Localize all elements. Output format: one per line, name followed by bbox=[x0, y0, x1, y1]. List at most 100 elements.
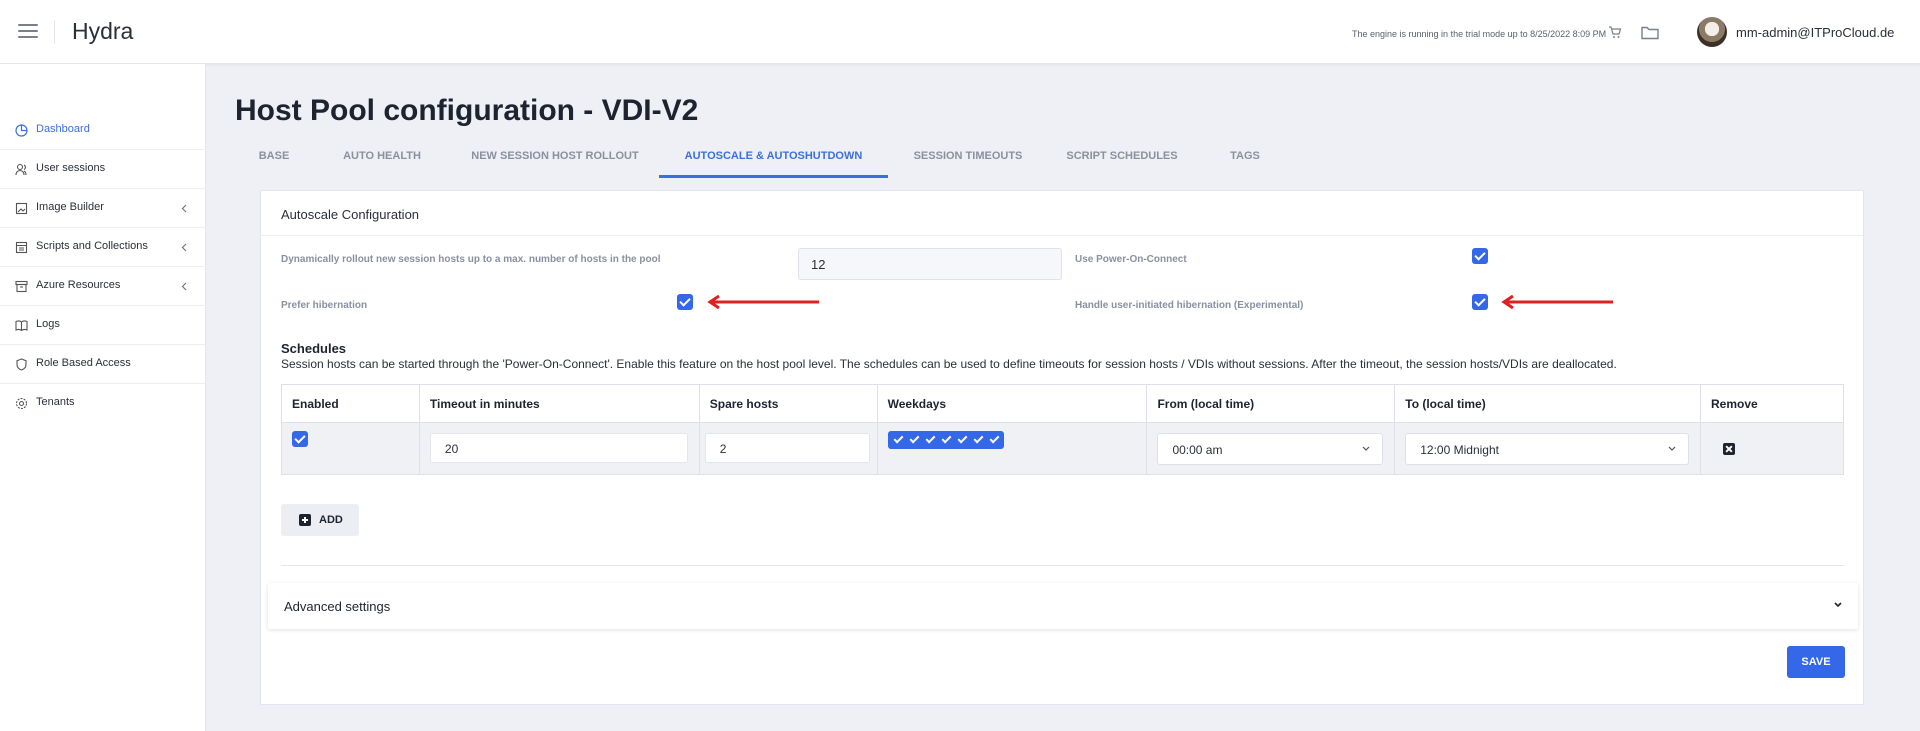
weekday-checkbox[interactable] bbox=[939, 433, 953, 447]
chevron-down-icon bbox=[1834, 602, 1842, 608]
select-value: 12:00 Midnight bbox=[1420, 443, 1499, 457]
weekday-checkbox[interactable] bbox=[971, 433, 985, 447]
page-title: Host Pool configuration - VDI-V2 bbox=[235, 94, 699, 127]
table-header-row: Enabled Timeout in minutes Spare hosts W… bbox=[281, 384, 1844, 423]
spare-hosts-cell: 2 bbox=[698, 422, 878, 475]
sidebar-item-label: Azure Resources bbox=[36, 279, 121, 291]
select-value: 00:00 am bbox=[1172, 443, 1223, 457]
app-title: Hydra bbox=[72, 18, 134, 44]
sidebar-item-azure-resources[interactable]: Azure Resources bbox=[0, 267, 206, 306]
sidebar-item-image-builder[interactable]: Image Builder bbox=[0, 189, 206, 228]
column-header: Remove bbox=[1700, 384, 1844, 423]
sidebar-item-label: Dashboard bbox=[36, 123, 90, 135]
trial-notice: The engine is running in the trial mode … bbox=[1352, 29, 1607, 39]
card-header: Autoscale Configuration bbox=[261, 191, 1863, 236]
annotation-arrow bbox=[1501, 295, 1613, 309]
sidebar-item-label: User sessions bbox=[36, 162, 106, 174]
column-header: From (local time) bbox=[1146, 384, 1396, 423]
chevron-left-icon bbox=[181, 243, 187, 252]
tab-tags[interactable]: TAGS bbox=[1215, 140, 1275, 178]
folder-icon[interactable] bbox=[1641, 25, 1659, 40]
handle-hibernation-checkbox[interactable] bbox=[1472, 294, 1488, 310]
sidebar-item-role-based-access[interactable]: Role Based Access bbox=[0, 345, 206, 384]
advanced-settings-accordion[interactable]: Advanced settings bbox=[268, 583, 1858, 629]
image-icon bbox=[15, 202, 28, 215]
remove-cell bbox=[1700, 422, 1844, 475]
to-time-select[interactable]: 12:00 Midnight bbox=[1405, 433, 1690, 465]
timeout-input[interactable]: 20 bbox=[429, 433, 688, 463]
add-schedule-button[interactable]: ADD bbox=[281, 504, 359, 536]
weekday-checkbox[interactable] bbox=[907, 433, 921, 447]
chevron-down-icon bbox=[1668, 446, 1676, 451]
enabled-checkbox[interactable] bbox=[292, 431, 308, 447]
sidebar-item-label: Image Builder bbox=[36, 201, 104, 213]
max-hosts-input[interactable]: 12 bbox=[798, 248, 1062, 280]
sidebar-item-dashboard[interactable]: Dashboard bbox=[0, 111, 206, 150]
power-on-connect-label: Use Power-On-Connect bbox=[1075, 254, 1187, 265]
weekday-checkbox[interactable] bbox=[987, 433, 1001, 447]
shield-icon bbox=[16, 358, 27, 371]
users-icon bbox=[15, 163, 27, 176]
prefer-hibernation-checkbox[interactable] bbox=[677, 294, 693, 310]
sidebar-item-label: Role Based Access bbox=[36, 357, 131, 369]
column-header: Timeout in minutes bbox=[418, 384, 700, 423]
remove-icon[interactable] bbox=[1723, 443, 1736, 455]
sidebar-item-label: Scripts and Collections bbox=[36, 240, 148, 252]
archive-icon bbox=[15, 280, 28, 293]
weekday-checkbox[interactable] bbox=[955, 433, 969, 447]
spare-hosts-input[interactable]: 2 bbox=[704, 433, 870, 463]
chevron-down-icon bbox=[1363, 446, 1370, 451]
schedules-title: Schedules bbox=[281, 341, 347, 356]
tab-session-timeouts[interactable]: SESSION TIMEOUTS bbox=[903, 140, 1033, 178]
from-time-select[interactable]: 00:00 am bbox=[1157, 433, 1384, 465]
autoscale-card: Autoscale Configuration Dynamically roll… bbox=[260, 190, 1864, 705]
schedules-description: Session hosts can be started through the… bbox=[281, 357, 1617, 371]
to-cell: 12:00 Midnight bbox=[1394, 422, 1702, 475]
dashboard-icon bbox=[15, 124, 28, 137]
annotation-arrow bbox=[707, 295, 819, 309]
advanced-settings-label: Advanced settings bbox=[284, 599, 391, 614]
book-icon bbox=[15, 320, 28, 332]
user-name[interactable]: mm-admin@ITProCloud.de bbox=[1736, 25, 1894, 40]
column-header: Spare hosts bbox=[698, 384, 878, 423]
tab-autoscale-autoshutdown[interactable]: AUTOSCALE & AUTOSHUTDOWN bbox=[659, 140, 888, 178]
max-hosts-label: Dynamically rollout new session hosts up… bbox=[281, 254, 661, 265]
handle-hibernation-label: Handle user-initiated hibernation (Exper… bbox=[1075, 300, 1304, 311]
from-cell: 00:00 am bbox=[1146, 422, 1396, 475]
cart-icon[interactable] bbox=[1608, 25, 1622, 39]
schedules-table: Enabled Timeout in minutes Spare hosts W… bbox=[281, 384, 1844, 475]
tab-script-schedules[interactable]: SCRIPT SCHEDULES bbox=[1047, 140, 1197, 178]
sidebar-item-label: Tenants bbox=[36, 396, 75, 408]
sidebar-item-label: Logs bbox=[36, 318, 60, 330]
column-header: Weekdays bbox=[876, 384, 1148, 423]
chevron-left-icon bbox=[181, 282, 187, 291]
sidebar-item-scripts[interactable]: Scripts and Collections bbox=[0, 228, 206, 267]
sidebar: Dashboard User sessions Image Builder Sc… bbox=[0, 64, 206, 731]
save-button[interactable]: SAVE bbox=[1787, 646, 1845, 678]
divider bbox=[54, 20, 55, 44]
plus-icon bbox=[299, 514, 311, 526]
weekday-checkbox[interactable] bbox=[923, 433, 937, 447]
sidebar-item-logs[interactable]: Logs bbox=[0, 306, 206, 345]
gear-icon bbox=[15, 397, 28, 410]
column-header: To (local time) bbox=[1394, 384, 1702, 423]
enabled-cell bbox=[281, 422, 420, 475]
column-header: Enabled bbox=[281, 384, 420, 423]
add-label: ADD bbox=[319, 514, 343, 526]
sidebar-item-user-sessions[interactable]: User sessions bbox=[0, 150, 206, 189]
menu-icon[interactable] bbox=[18, 24, 38, 38]
weekday-checkbox[interactable] bbox=[891, 433, 905, 447]
table-row: 20 2 00:00 am 12:00 Midnight bbox=[281, 422, 1844, 475]
tab-new-session-host-rollout[interactable]: NEW SESSION HOST ROLLOUT bbox=[455, 140, 655, 178]
sidebar-item-tenants[interactable]: Tenants bbox=[0, 384, 206, 423]
top-bar: Hydra The engine is running in the trial… bbox=[0, 0, 1920, 64]
tab-auto-health[interactable]: AUTO HEALTH bbox=[327, 140, 437, 178]
timeout-cell: 20 bbox=[418, 422, 700, 475]
chevron-left-icon bbox=[181, 204, 187, 213]
scripts-icon bbox=[15, 241, 28, 254]
avatar[interactable] bbox=[1697, 17, 1727, 47]
prefer-hibernation-label: Prefer hibernation bbox=[281, 300, 368, 311]
power-on-connect-checkbox[interactable] bbox=[1472, 248, 1488, 264]
divider bbox=[281, 565, 1844, 566]
tab-base[interactable]: BASE bbox=[235, 140, 313, 178]
